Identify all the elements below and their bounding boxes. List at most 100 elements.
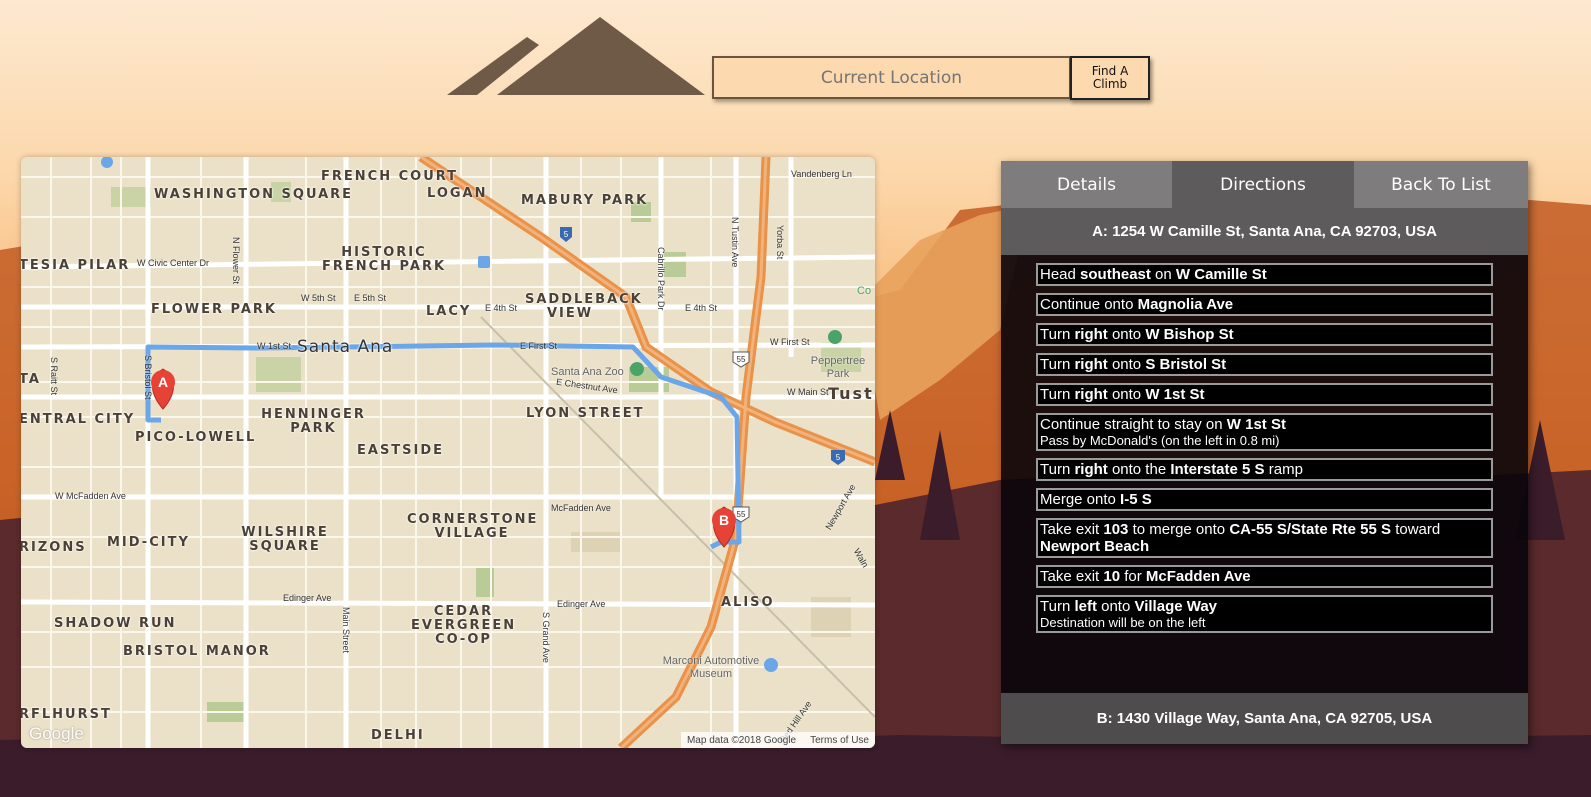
neighborhood-label: HENNINGER PARK (261, 407, 366, 436)
panel-tabs: Details Directions Back To List (1001, 161, 1528, 208)
step-text: onto (1096, 598, 1135, 615)
tab-back-to-list[interactable]: Back To List (1354, 161, 1528, 208)
neighborhood-label: TA (21, 372, 41, 387)
street-label: Edinger Ave (283, 593, 332, 603)
neighborhood-label: PICO-LOWELL (135, 430, 257, 445)
street-label: Yorba St (775, 225, 785, 260)
step-emphasis: 103 (1103, 521, 1129, 538)
step-emphasis: Interstate 5 S (1170, 461, 1265, 478)
direction-step: Continue straight to stay on W 1st St Pas… (1036, 413, 1493, 451)
tab-directions[interactable]: Directions (1172, 161, 1354, 208)
location-search-input[interactable] (712, 56, 1071, 99)
poi-label: Marconi Automotive Museum (662, 655, 760, 680)
neighborhood-label: ALISO (721, 595, 775, 610)
map-attribution: Map data ©2018 Google Terms of Use (680, 732, 875, 748)
step-emphasis: Village Way (1134, 598, 1218, 615)
direction-step: Head southeast on W Camille St (1036, 263, 1493, 286)
highway-label: 55 (737, 510, 746, 519)
zoo-icon (630, 362, 644, 376)
neighborhood-label: MID-CITY (107, 535, 190, 550)
highway-label: 5 (564, 230, 569, 239)
neighborhood-label: RFLHURST (21, 707, 112, 722)
street-label: W 5th St (301, 293, 336, 303)
tab-details[interactable]: Details (1001, 161, 1172, 208)
step-emphasis: W Camille St (1175, 266, 1267, 283)
step-emphasis: southeast (1080, 266, 1151, 283)
direction-step: Continue onto Magnolia Ave (1036, 293, 1493, 316)
neighborhood-label: BRISTOL MANOR (123, 644, 271, 659)
mountain-logo-icon (447, 17, 705, 95)
step-text: Continue straight to stay on (1040, 416, 1227, 433)
neighborhood-label: LOGAN (427, 186, 488, 201)
step-text: for (1120, 568, 1146, 585)
direction-steps-list: Head southeast on W Camille St Continue o… (1001, 255, 1528, 633)
step-text: Turn (1040, 356, 1075, 373)
street-label: W First St (770, 337, 810, 347)
step-emphasis: left (1074, 598, 1097, 615)
direction-step: Turn right onto W Bishop St (1036, 323, 1493, 346)
step-text: onto (1107, 386, 1146, 403)
direction-step: Turn left onto Village Way Destination wi… (1036, 595, 1493, 633)
route-map[interactable]: 5 55 55 5 A B WASHINGTON SQUARE FRENCH C… (21, 157, 875, 748)
street-label: E 4th St (685, 303, 718, 313)
street-label: S Raitt St (49, 357, 59, 396)
step-text: onto the (1107, 461, 1171, 478)
find-a-climb-button[interactable]: Find A Climb (1070, 56, 1150, 100)
marker-a-label: A (158, 374, 168, 390)
step-text: Turn (1040, 598, 1075, 615)
google-logo: Google (29, 724, 84, 743)
map-data-text: Map data ©2018 Google (686, 734, 797, 746)
park-icon (828, 330, 842, 344)
step-note: Destination will be on the left (1040, 615, 1206, 630)
step-emphasis: W Bishop St (1145, 326, 1234, 343)
neighborhood-label: WASHINGTON SQUARE (154, 187, 354, 202)
step-emphasis: W 1st St (1226, 416, 1286, 433)
neighborhood-label: TESIA PILAR (21, 258, 131, 273)
marker-b-label: B (719, 512, 729, 528)
step-emphasis: CA-55 S/State Rte 55 S (1229, 521, 1392, 538)
neighborhood-label: WILSHIRE SQUARE (241, 525, 329, 554)
street-label: W 1st St (257, 341, 292, 351)
step-text: ramp (1264, 461, 1303, 478)
street-label: N Tustin Ave (730, 217, 740, 268)
step-emphasis: W 1st St (1145, 386, 1205, 403)
step-text: onto (1107, 326, 1146, 343)
street-label: S Grand Ave (541, 612, 551, 663)
street-label: McFadden Ave (551, 503, 611, 513)
neighborhood-label: EASTSIDE (357, 443, 445, 458)
step-note: Pass by McDonald's (on the left in 0.8 m… (1040, 433, 1280, 448)
street-label: E 5th St (354, 293, 387, 303)
direction-step: Merge onto I-5 S (1036, 488, 1493, 511)
street-label: W Civic Center Dr (137, 258, 210, 268)
step-text: Turn (1040, 326, 1075, 343)
step-text: on (1150, 266, 1176, 283)
street-label: W Main St (787, 387, 829, 397)
neighborhood-label: SADDLEBACK VIEW (525, 292, 643, 321)
step-emphasis: I-5 S (1120, 491, 1152, 508)
neighborhood-label: SHADOW RUN (54, 616, 177, 631)
city-label: Santa Ana (297, 337, 394, 357)
school-icon (101, 157, 113, 168)
street-label: Main Street (341, 607, 351, 654)
transit-icon (478, 256, 490, 268)
start-address: A: 1254 W Camille St, Santa Ana, CA 9270… (1001, 208, 1528, 255)
step-text: to merge onto (1128, 521, 1230, 538)
direction-step: Take exit 103 to merge onto CA-55 S/Stat… (1036, 518, 1493, 558)
street-label: Edinger Ave (557, 599, 606, 609)
neighborhood-label: LACY (426, 304, 472, 319)
street-label: S Bristol St (143, 355, 153, 400)
step-text: Take exit (1040, 568, 1104, 585)
neighborhood-label: CORNERSTONE VILLAGE (407, 512, 539, 541)
step-text: Merge onto (1040, 491, 1121, 508)
direction-step: Turn right onto W 1st St (1036, 383, 1493, 406)
step-emphasis: 10 (1103, 568, 1121, 585)
street-label: N Flower St (231, 237, 241, 285)
neighborhood-label: Tust (828, 384, 874, 403)
step-emphasis: right (1074, 386, 1108, 403)
terms-of-use-link[interactable]: Terms of Use (810, 735, 869, 746)
neighborhood-label: RIZONS (21, 540, 87, 555)
street-label: Cabrillo Park Dr (656, 247, 666, 311)
step-emphasis: Newport Beach (1040, 538, 1150, 555)
poi-label: Peppertree Park (810, 355, 866, 380)
step-emphasis: right (1074, 326, 1108, 343)
